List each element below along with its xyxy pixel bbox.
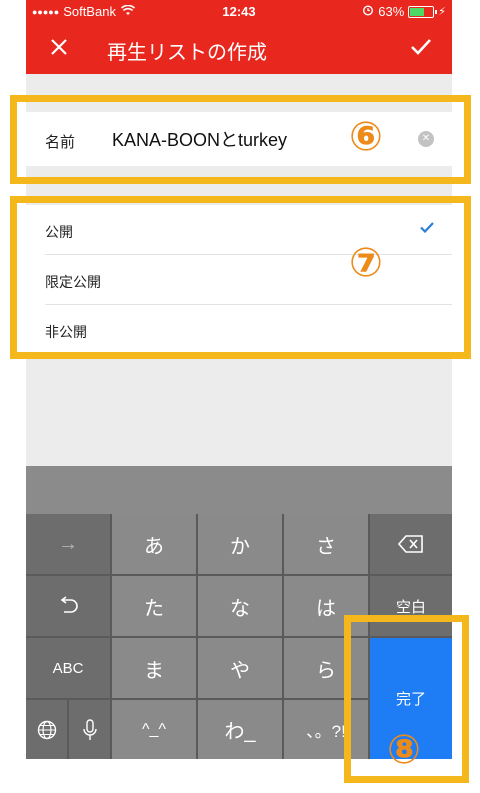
undo-icon	[60, 596, 78, 613]
globe-key[interactable]	[26, 700, 67, 759]
globe-icon	[37, 720, 56, 739]
page-title: 再生リストの作成	[107, 42, 267, 64]
key-ya[interactable]: や	[198, 638, 282, 698]
battery-fill	[410, 7, 425, 16]
annotation-number-7: ⑦	[349, 240, 383, 286]
close-button[interactable]	[44, 34, 74, 64]
undo-key[interactable]	[26, 576, 110, 636]
app-bar: 再生リストの作成	[26, 24, 452, 74]
microphone-icon	[82, 718, 97, 740]
status-right: 63% ⚡	[362, 4, 446, 19]
annotation-number-8: ⑧	[387, 727, 421, 773]
abc-key[interactable]: ABC	[26, 638, 110, 698]
keyboard-candidate-bar	[26, 466, 452, 514]
key-ma[interactable]: ま	[112, 638, 196, 698]
checkmark-icon	[411, 39, 431, 55]
annotation-box-7	[10, 196, 471, 359]
key-sa[interactable]: さ	[284, 514, 368, 574]
key-kaomoji[interactable]: ^_^	[112, 700, 196, 759]
charging-icon: ⚡	[438, 6, 446, 18]
key-ta[interactable]: た	[112, 576, 196, 636]
battery-percent: 63%	[378, 4, 405, 19]
status-bar: ●●●●● SoftBank 12:43 63% ⚡	[26, 0, 452, 24]
key-na[interactable]: な	[198, 576, 282, 636]
key-a[interactable]: あ	[112, 514, 196, 574]
battery-icon	[408, 5, 438, 18]
key-wa[interactable]: わ_	[198, 700, 282, 759]
mic-key[interactable]	[69, 700, 110, 759]
annotation-number-6: ⑥	[349, 114, 383, 160]
arrow-key[interactable]: →	[26, 514, 110, 574]
backspace-icon	[398, 535, 423, 553]
key-ka[interactable]: か	[198, 514, 282, 574]
alarm-icon	[362, 4, 374, 19]
confirm-button[interactable]	[406, 34, 436, 64]
close-icon	[51, 39, 67, 55]
delete-key[interactable]	[370, 514, 452, 574]
annotation-box-6	[10, 95, 471, 184]
